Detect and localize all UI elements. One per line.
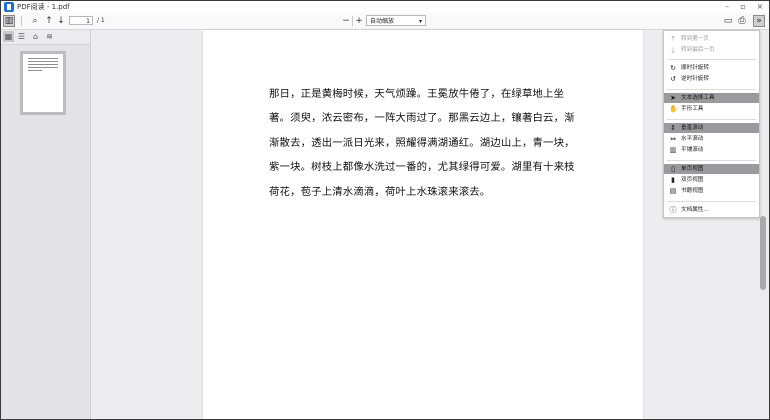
wrapped-scroll-icon: ▥: [669, 146, 677, 154]
menu-item-label: 平铺滚动: [681, 147, 704, 153]
sidebar-toggle-icon[interactable]: ▥: [3, 15, 15, 27]
menu-item-label: 双页视图: [681, 177, 704, 183]
menu-separator: [667, 59, 756, 60]
zoom-in-icon[interactable]: +: [353, 15, 365, 27]
toolbar-divider: [21, 16, 22, 26]
sidebar: ▦ ☰ ⌂ ≋: [1, 30, 91, 419]
vertical-scroll-menu-item[interactable]: ⇕ 垂直滚动: [664, 123, 759, 133]
toolbar: ▥ ⌕ ↑ ↓ 1 / 1 − + 自动缩放 ▾ ▭ ⎙ »: [1, 13, 769, 30]
hand-tool-menu-item[interactable]: ✋ 手形工具: [664, 104, 759, 114]
layers-view-icon[interactable]: ≋: [44, 31, 55, 42]
horizontal-scroll-menu-item[interactable]: ⇔ 水平滚动: [664, 134, 759, 144]
page-total: / 1: [97, 17, 105, 24]
zoom-select[interactable]: 自动缩放 ▾: [366, 15, 426, 26]
rotate-counterclockwise-menu-item[interactable]: ↺ 逆时针旋转: [664, 74, 759, 84]
menu-item-label: 逆时针旋转: [681, 76, 709, 82]
cursor-icon: ➤: [670, 94, 676, 102]
book-icon: ▤: [669, 187, 677, 195]
more-tools-icon[interactable]: »: [753, 15, 765, 27]
info-icon: ⓘ: [669, 206, 677, 214]
wrapped-scroll-menu-item[interactable]: ▥ 平铺滚动: [664, 145, 759, 155]
last-page-menu-item[interactable]: ⤓ 转到最后一页: [664, 45, 759, 55]
menu-item-label: 水平滚动: [681, 136, 704, 142]
secondary-toolbar-menu: ⤒ 转到第一页 ⤓ 转到最后一页 ↻ 顺时针旋转 ↺ 逆时针旋转 ➤ 文本选择工…: [663, 30, 760, 218]
single-page-icon: ▯: [671, 165, 675, 173]
menu-separator: [667, 160, 756, 161]
rotate-clockwise-icon: ↻: [670, 64, 676, 72]
menu-item-label: 顺时针旋转: [681, 65, 709, 71]
thumbnail-text-line: [28, 61, 58, 62]
two-page-view-menu-item[interactable]: ▮ 双页视图: [664, 175, 759, 185]
hand-icon: ✋: [669, 105, 678, 113]
maximize-button[interactable]: ▫: [735, 1, 751, 13]
rotate-counterclockwise-icon: ↺: [670, 75, 676, 83]
thumbnail-text-line: [28, 67, 58, 68]
horizontal-scroll-icon: ⇔: [670, 135, 676, 143]
menu-item-label: 转到第一页: [681, 36, 709, 42]
page-text[interactable]: 那日，正是黄梅时候，天气烦躁。王冕放牛倦了，在绿草地上坐著。须臾，浓云密布，一阵…: [269, 82, 584, 204]
menu-item-label: 书籍视图: [681, 188, 704, 194]
document-page: 那日，正是黄梅时候，天气烦躁。王冕放牛倦了，在绿草地上坐著。须臾，浓云密布，一阵…: [203, 30, 643, 419]
last-page-icon: ⤓: [671, 46, 675, 54]
window-title: PDF阅读 - 1.pdf: [17, 3, 70, 11]
menu-separator: [667, 119, 756, 120]
page-number-input[interactable]: 1: [69, 16, 93, 25]
thumbnail-text-line: [28, 70, 42, 71]
outline-view-icon[interactable]: ☰: [16, 31, 27, 42]
close-button[interactable]: ×: [752, 1, 768, 13]
zoom-value: 自动缩放: [370, 18, 395, 25]
menu-item-label: 垂直滚动: [681, 125, 704, 131]
attachments-view-icon[interactable]: ⌂: [30, 31, 41, 42]
thumbnail-text-line: [28, 64, 58, 65]
previous-page-icon[interactable]: ↑: [43, 15, 55, 27]
menu-separator: [667, 89, 756, 90]
open-file-icon[interactable]: ▭: [722, 15, 734, 27]
title-bar: PDF阅读 - 1.pdf – ▫ ×: [1, 1, 769, 13]
menu-item-label: 转到最后一页: [681, 47, 715, 53]
book-view-menu-item[interactable]: ▤ 书籍视图: [664, 186, 759, 196]
text-select-tool-menu-item[interactable]: ➤ 文本选择工具: [664, 93, 759, 103]
menu-separator: [667, 201, 756, 202]
first-page-menu-item[interactable]: ⤒ 转到第一页: [664, 34, 759, 44]
vertical-scroll-icon: ⇕: [670, 124, 676, 132]
print-icon[interactable]: ⎙: [736, 15, 748, 27]
minimize-button[interactable]: –: [719, 1, 735, 13]
pdf-app-icon: [4, 2, 14, 12]
first-page-icon: ⤒: [671, 35, 675, 43]
chevron-down-icon: ▾: [418, 18, 422, 25]
menu-item-label: 文档属性…: [681, 207, 709, 213]
sidebar-view-tabs: ▦ ☰ ⌂ ≋: [1, 30, 90, 45]
document-properties-menu-item[interactable]: ⓘ 文档属性…: [664, 205, 759, 215]
rotate-clockwise-menu-item[interactable]: ↻ 顺时针旋转: [664, 63, 759, 73]
thumbnail-text-line: [28, 58, 58, 59]
menu-item-label: 单页视图: [681, 166, 704, 172]
app-window: PDF阅读 - 1.pdf – ▫ × ▥ ⌕ ↑ ↓ 1 / 1 − + 自动…: [0, 0, 770, 420]
menu-item-label: 文本选择工具: [681, 95, 715, 101]
zoom-out-icon[interactable]: −: [340, 15, 352, 27]
page-thumbnail[interactable]: [20, 51, 66, 115]
next-page-icon[interactable]: ↓: [55, 15, 67, 27]
single-page-view-menu-item[interactable]: ▯ 单页视图: [664, 164, 759, 174]
menu-item-label: 手形工具: [681, 106, 704, 112]
thumbnail-view-icon[interactable]: ▦: [3, 31, 14, 42]
scrollbar-thumb[interactable]: [760, 216, 766, 290]
two-page-icon: ▮: [671, 176, 675, 184]
search-icon[interactable]: ⌕: [29, 15, 41, 27]
